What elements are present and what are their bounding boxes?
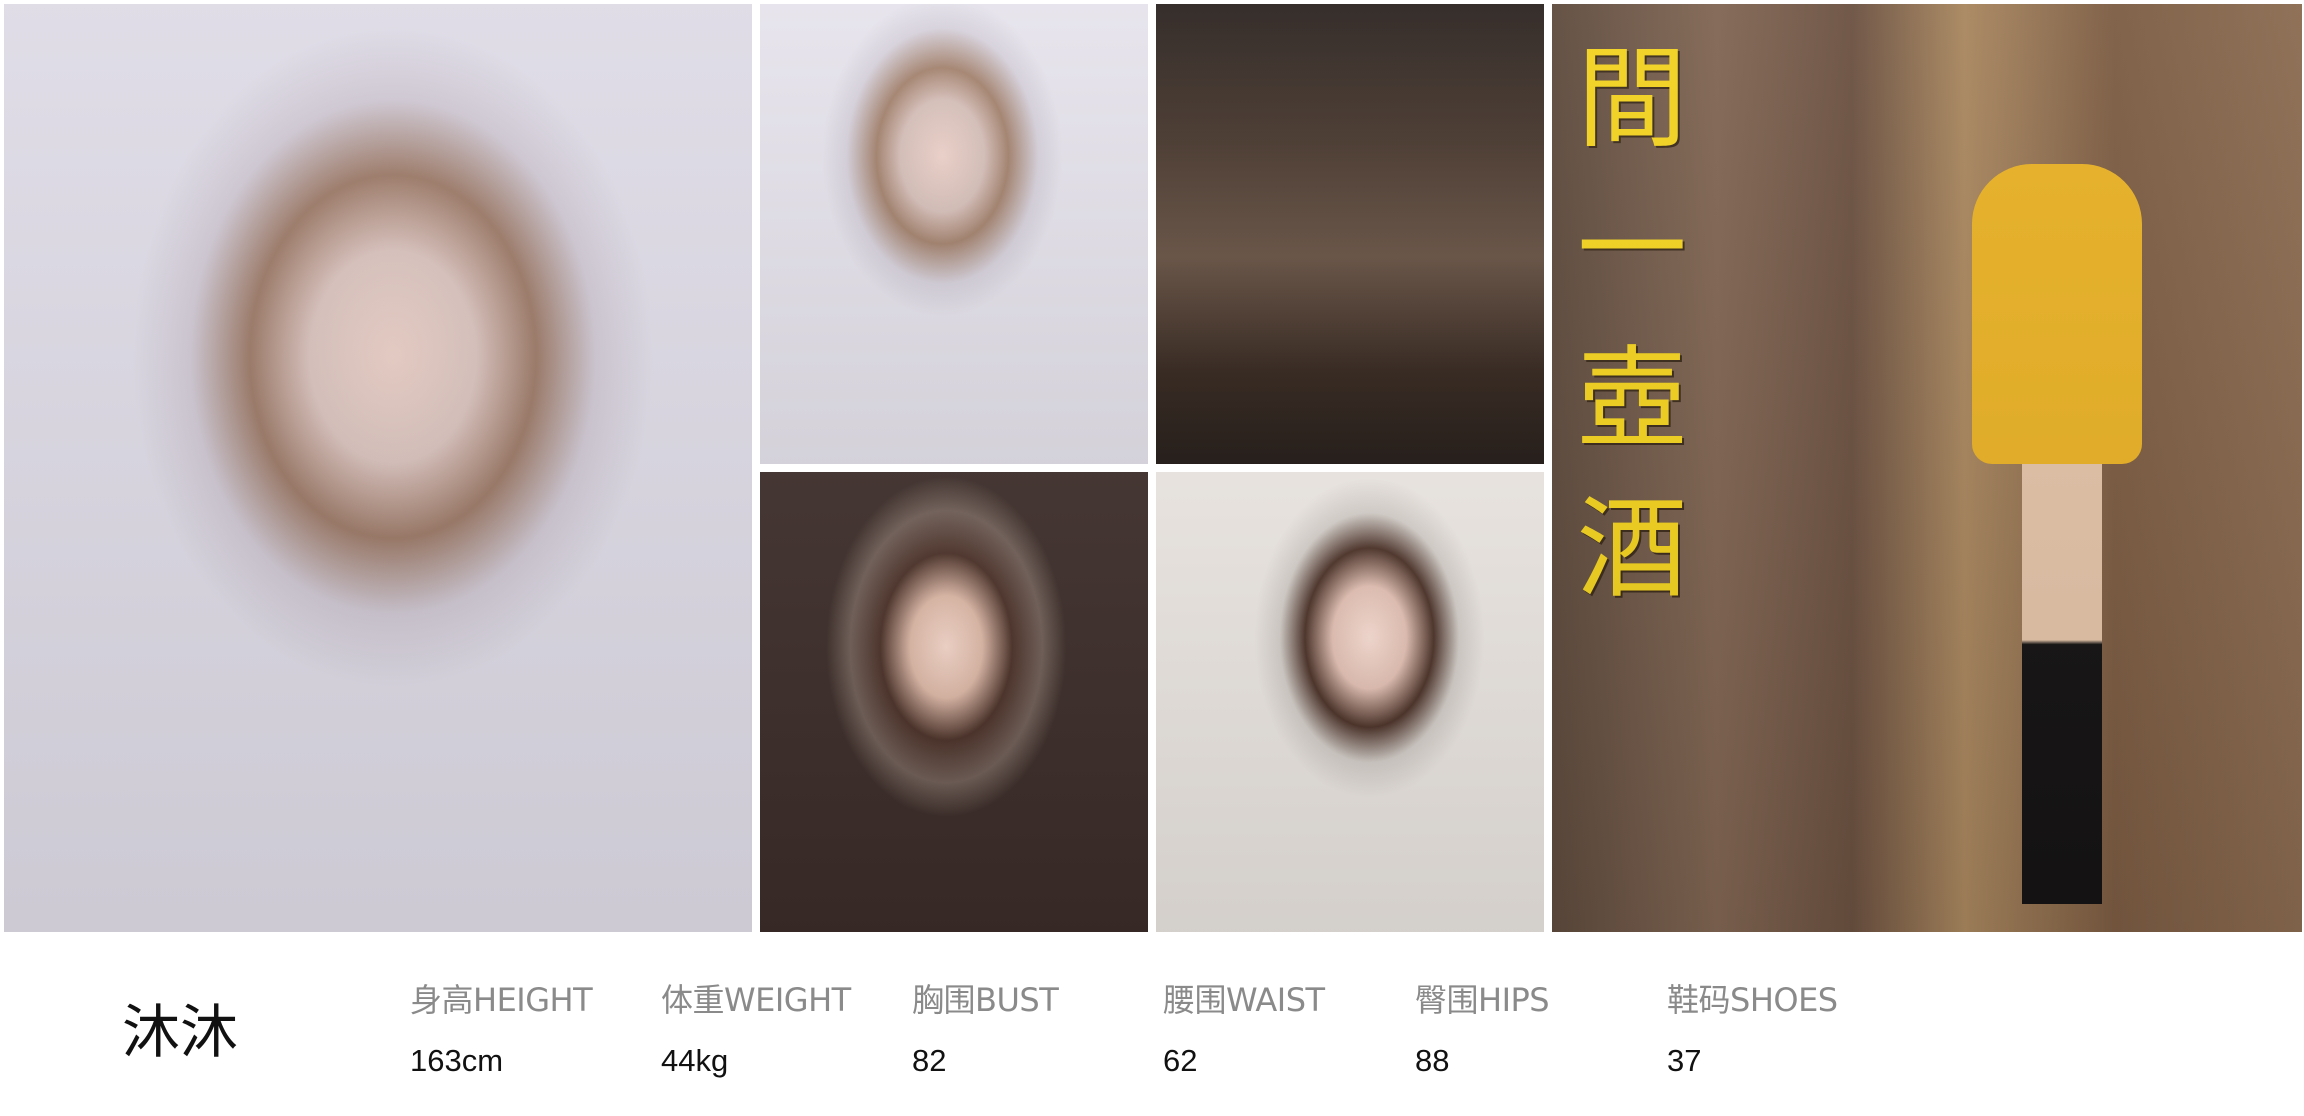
stat-value: 37 [1667, 1043, 1702, 1078]
stat-value: 88 [1415, 1043, 1450, 1078]
stat-value: 62 [1163, 1043, 1198, 1078]
photo-full-body-interior [1156, 4, 1544, 464]
stat-label: 胸围BUST [912, 981, 1059, 1019]
stat-label: 鞋码SHOES [1667, 981, 1838, 1019]
stat-bust: 胸围BUST 82 [912, 975, 1059, 1079]
stat-weight: 体重WEIGHT 44kg [661, 975, 851, 1079]
stat-value: 163cm [410, 1043, 504, 1078]
photo-portrait-selfie [760, 472, 1148, 932]
photo-portrait-closeup [1156, 472, 1544, 932]
stat-label: 腰围WAIST [1163, 981, 1325, 1019]
stat-value: 82 [912, 1043, 947, 1078]
stat-shoes: 鞋码SHOES 37 [1667, 975, 1838, 1079]
photo-main-portrait [4, 4, 752, 932]
sign-text: 間一壺酒 [1577, 35, 1687, 613]
photo-full-body-wine-shelf: 間一壺酒 [1552, 4, 2302, 932]
stat-height: 身高HEIGHT 163cm [410, 975, 593, 1079]
model-name: 沐沐 [122, 998, 239, 1066]
stat-label: 臀围HIPS [1415, 981, 1550, 1019]
stat-hips: 臀围HIPS 88 [1415, 975, 1550, 1079]
figure-legs [2022, 464, 2102, 904]
stat-label: 身高HEIGHT [410, 981, 593, 1019]
stat-value: 44kg [661, 1043, 729, 1078]
stat-label: 体重WEIGHT [661, 981, 851, 1019]
photo-portrait-2 [760, 4, 1148, 464]
figure-sweater [1972, 164, 2142, 464]
stat-waist: 腰围WAIST 62 [1163, 975, 1325, 1079]
